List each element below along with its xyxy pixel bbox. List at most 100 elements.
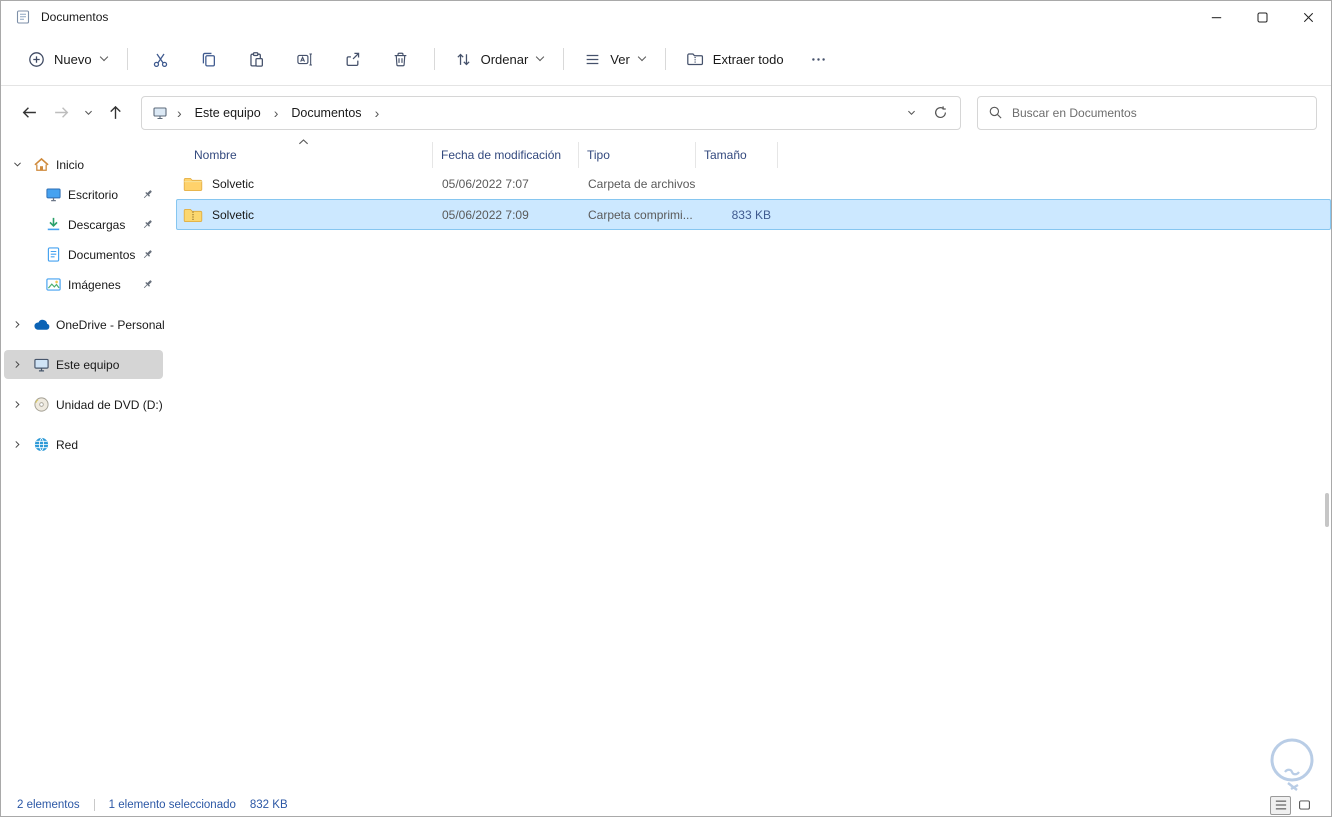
- titlebar: Documentos: [1, 1, 1331, 33]
- up-button[interactable]: [99, 97, 131, 129]
- new-button-label: Nuevo: [54, 51, 92, 67]
- file-type: Carpeta de archivos: [588, 176, 696, 191]
- share-button[interactable]: [335, 41, 371, 77]
- toolbar-separator: [126, 48, 128, 70]
- file-list-pane: Nombre Fecha de modificación Tipo Tamaño…: [166, 139, 1331, 794]
- breadcrumb-documents[interactable]: Documentos: [287, 103, 365, 123]
- cut-button[interactable]: [143, 41, 179, 77]
- network-icon: [33, 436, 50, 453]
- zip-extract-icon: [686, 50, 704, 68]
- downloads-icon: [45, 216, 62, 233]
- breadcrumb-this-pc[interactable]: Este equipo: [191, 103, 265, 123]
- ellipsis-icon: [810, 51, 827, 68]
- column-header-tipo[interactable]: Tipo: [579, 142, 696, 168]
- sidebar-item-descargas[interactable]: Descargas: [4, 210, 163, 239]
- sidebar-item-label: Documentos: [68, 247, 136, 262]
- zip-folder-icon: [183, 207, 203, 223]
- search-box: [977, 95, 1317, 130]
- window-title: Documentos: [41, 10, 109, 24]
- copy-icon: [200, 51, 217, 68]
- file-size: 833 KB: [731, 207, 771, 222]
- pictures-icon: [45, 276, 62, 293]
- breadcrumb-separator: ›: [273, 104, 279, 121]
- rename-button[interactable]: [287, 41, 323, 77]
- pin-icon: [141, 188, 154, 201]
- pin-icon: [141, 248, 154, 261]
- chevron-right-icon[interactable]: [12, 399, 23, 410]
- sort-ascending-icon: [298, 138, 309, 146]
- search-icon: [988, 105, 1003, 120]
- sidebar-item-documentos[interactable]: Documentos: [4, 240, 163, 269]
- sidebar-item-label: Descargas: [68, 217, 126, 232]
- navigation-pane: Inicio Escritorio Descargas Documentos I…: [1, 139, 166, 794]
- onedrive-icon: [33, 318, 51, 331]
- delete-button[interactable]: [383, 41, 419, 77]
- documents-icon: [45, 246, 62, 263]
- new-button[interactable]: Nuevo: [17, 41, 118, 77]
- sidebar-item-dvd[interactable]: Unidad de DVD (D:): [4, 390, 163, 419]
- breadcrumb-separator: ›: [177, 104, 182, 121]
- address-bar[interactable]: › Este equipo › Documentos ›: [141, 95, 961, 130]
- column-header-nombre[interactable]: Nombre: [176, 139, 433, 168]
- file-name: Solvetic: [212, 176, 255, 191]
- list-lines-icon: [584, 51, 601, 68]
- copy-button[interactable]: [191, 41, 227, 77]
- view-button-label: Ver: [610, 51, 630, 67]
- refresh-icon[interactable]: [933, 105, 948, 120]
- sidebar-item-inicio[interactable]: Inicio: [4, 150, 163, 179]
- view-button[interactable]: Ver: [573, 41, 656, 77]
- recent-locations-button[interactable]: [77, 97, 99, 129]
- sidebar-item-label: OneDrive - Personal: [56, 317, 165, 332]
- this-pc-icon: [33, 356, 50, 373]
- sidebar-item-este-equipo[interactable]: Este equipo: [4, 350, 163, 379]
- column-header-tamano[interactable]: Tamaño: [696, 142, 778, 168]
- sidebar-item-label: Unidad de DVD (D:): [56, 397, 163, 412]
- sidebar-item-onedrive[interactable]: OneDrive - Personal: [4, 310, 165, 339]
- close-button[interactable]: [1285, 1, 1331, 33]
- desktop-icon: [45, 186, 62, 203]
- command-bar: Nuevo Ordenar Ver Extraer todo: [1, 33, 1331, 86]
- sidebar-item-escritorio[interactable]: Escritorio: [4, 180, 163, 209]
- back-button[interactable]: [13, 97, 45, 129]
- statusbar-divider: [93, 799, 95, 811]
- sort-button[interactable]: Ordenar: [444, 41, 555, 77]
- search-input[interactable]: [1012, 105, 1306, 120]
- selection-size: 832 KB: [249, 799, 288, 811]
- chevron-down-icon: [536, 52, 545, 62]
- lightbulb-watermark: [1261, 735, 1321, 800]
- scrollbar-thumb[interactable]: [1325, 493, 1329, 527]
- address-dropdown-icon[interactable]: [906, 107, 917, 118]
- file-date: 05/06/2022 7:09: [442, 207, 529, 222]
- home-icon: [33, 156, 50, 173]
- sidebar-item-imagenes[interactable]: Imágenes: [4, 270, 163, 299]
- chevron-right-icon[interactable]: [12, 439, 23, 450]
- file-row[interactable]: Solvetic 05/06/2022 7:07 Carpeta de arch…: [176, 168, 1331, 199]
- sidebar-item-label: Red: [56, 437, 79, 452]
- breadcrumb-separator: ›: [374, 104, 380, 121]
- items-count: 2 elementos: [17, 799, 80, 811]
- toolbar-separator: [563, 48, 565, 70]
- minimize-button[interactable]: [1193, 1, 1239, 33]
- file-date: 05/06/2022 7:07: [442, 176, 529, 191]
- share-icon: [344, 51, 361, 68]
- column-label: Tipo: [587, 148, 610, 162]
- column-header-fecha[interactable]: Fecha de modificación: [433, 142, 579, 168]
- chevron-down-icon[interactable]: [12, 159, 23, 170]
- clipboard-icon: [248, 51, 265, 68]
- column-label: Tamaño: [704, 148, 747, 162]
- sidebar-item-red[interactable]: Red: [4, 430, 163, 459]
- paste-button[interactable]: [239, 41, 275, 77]
- chevron-right-icon[interactable]: [12, 319, 23, 330]
- file-type: Carpeta comprimi...: [588, 207, 693, 222]
- chevron-right-icon[interactable]: [12, 359, 23, 370]
- maximize-button[interactable]: [1239, 1, 1285, 33]
- pin-icon: [141, 278, 154, 291]
- more-options-button[interactable]: [801, 41, 837, 77]
- column-headers: Nombre Fecha de modificación Tipo Tamaño: [176, 139, 1331, 168]
- file-row-selected[interactable]: Solvetic 05/06/2022 7:09 Carpeta comprim…: [176, 199, 1331, 230]
- sidebar-item-label: Este equipo: [56, 357, 120, 372]
- file-explorer-window: Documentos Nuevo Ordenar Ver Extraer tod…: [0, 0, 1332, 817]
- column-label: Fecha de modificación: [441, 148, 562, 162]
- forward-button[interactable]: [45, 97, 77, 129]
- extract-all-button[interactable]: Extraer todo: [675, 41, 795, 77]
